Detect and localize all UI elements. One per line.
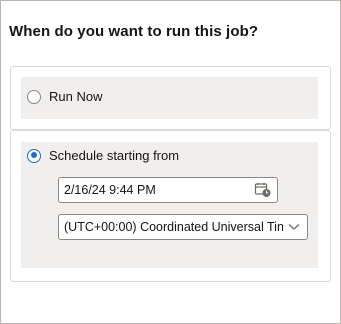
run-now-option[interactable]: Run Now <box>27 89 102 104</box>
schedule-label: Schedule starting from <box>49 148 180 163</box>
timezone-value[interactable]: (UTC+00:00) Coordinated Universal Tin <box>59 220 283 234</box>
run-now-panel: Run Now <box>21 77 318 119</box>
run-now-card: Run Now <box>10 66 331 130</box>
run-now-radio[interactable] <box>27 89 41 104</box>
chevron-down-icon[interactable] <box>283 217 305 237</box>
schedule-option[interactable]: Schedule starting from <box>27 148 179 163</box>
calendar-clock-icon[interactable] <box>252 180 274 200</box>
schedule-card: Schedule starting from 2/16/24 9:44 PM (… <box>10 130 331 282</box>
start-datetime-value[interactable]: 2/16/24 9:44 PM <box>59 183 252 197</box>
page-title: When do you want to run this job? <box>9 23 259 40</box>
schedule-panel: Schedule starting from 2/16/24 9:44 PM (… <box>21 142 318 268</box>
start-datetime-field[interactable]: 2/16/24 9:44 PM <box>58 177 278 203</box>
dialog-frame: When do you want to run this job? Run No… <box>0 0 341 324</box>
schedule-radio[interactable] <box>27 148 41 163</box>
run-now-label: Run Now <box>49 89 103 104</box>
timezone-select[interactable]: (UTC+00:00) Coordinated Universal Tin <box>58 214 308 240</box>
